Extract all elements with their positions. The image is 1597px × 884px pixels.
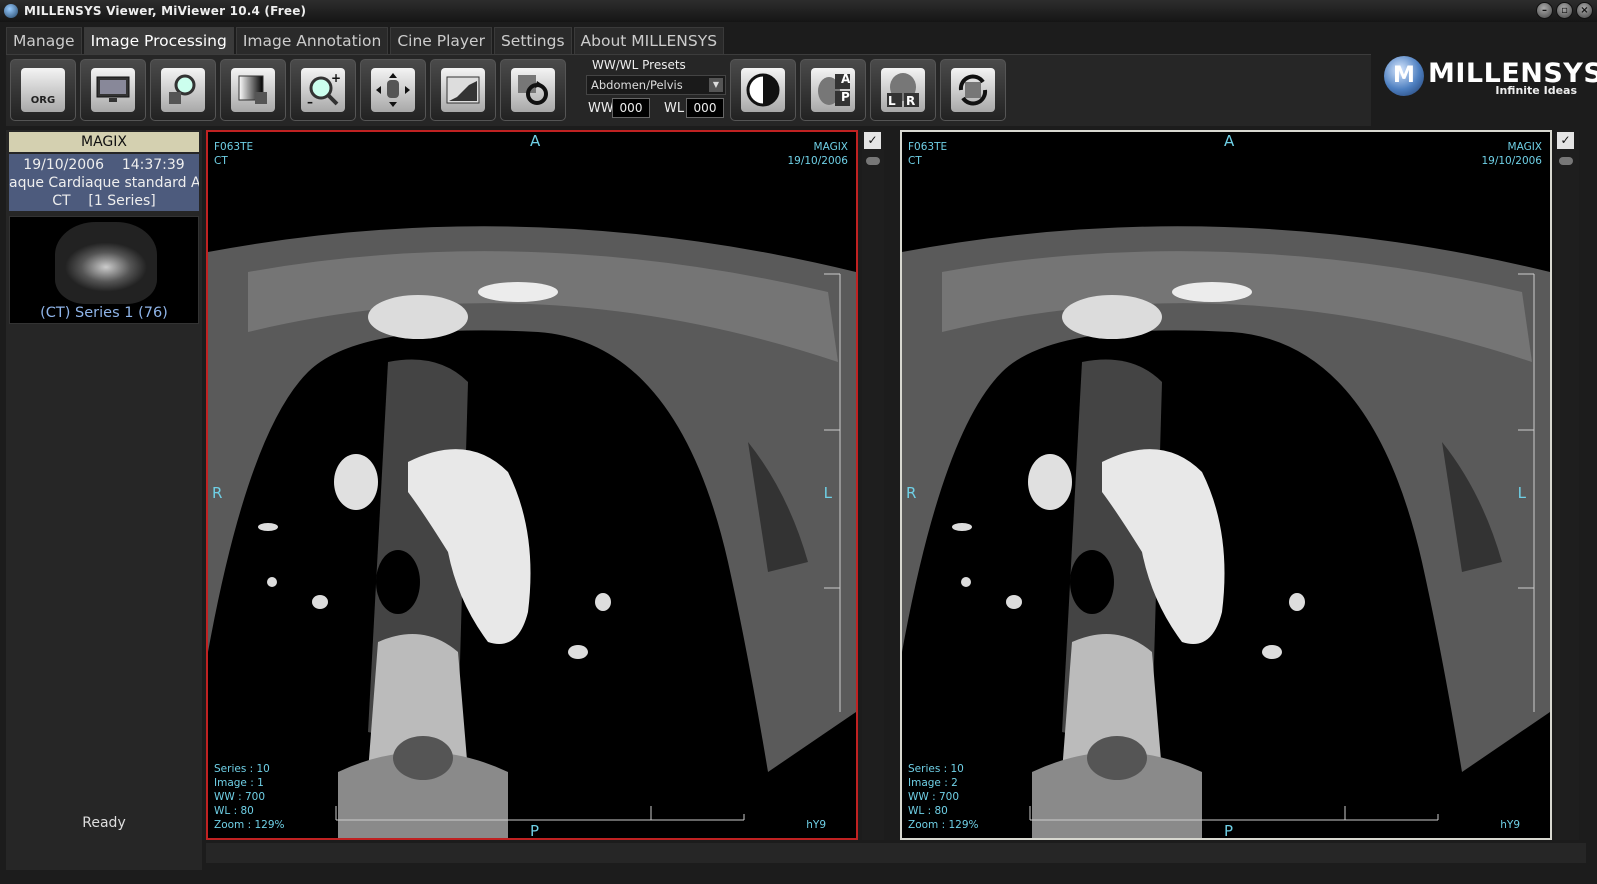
- orientation-top: A: [530, 132, 541, 150]
- curve-button[interactable]: [430, 59, 496, 121]
- overlay-top-right: MAGIX 19/10/2006: [787, 141, 848, 167]
- image-processing-toolbar: ORG + – WW/WL Presets Abdomen/Pelvis ▼ W…: [6, 54, 1371, 126]
- window-title: MILLENSYS Viewer, MiViewer 10.4 (Free): [24, 4, 307, 18]
- ww-wl-presets-panel: WW/WL Presets Abdomen/Pelvis ▼ WW 000 WL…: [578, 55, 728, 123]
- fit-to-screen-button[interactable]: [80, 59, 146, 121]
- horizontal-ruler: [1029, 806, 1439, 821]
- ct-thumbnail-image: [55, 222, 157, 304]
- wl-label: WL: [664, 101, 685, 116]
- horizontal-ruler: [335, 806, 745, 821]
- app-icon: [4, 4, 18, 18]
- head-lr-icon: L R: [881, 68, 925, 112]
- overlay-bottom-left: Series : 10 Image : 1 WW : 700 WL : 80 Z…: [214, 763, 285, 831]
- millensys-logo: M MILLENSYS Infinite Ideas: [1384, 54, 1597, 102]
- magnifier-lock-button[interactable]: [150, 59, 216, 121]
- viewport-2-controls: ✓: [1555, 130, 1579, 840]
- monitor-icon: [91, 68, 135, 112]
- sync-checkbox-1[interactable]: ✓: [864, 132, 881, 149]
- orientation-top: A: [1224, 132, 1235, 150]
- status-text: Ready: [82, 815, 126, 831]
- bottom-bar: [206, 843, 1586, 863]
- presets-label: WW/WL Presets: [592, 58, 686, 72]
- original-image-button[interactable]: ORG: [10, 59, 76, 121]
- overlay-bottom-right: hY9: [806, 819, 826, 831]
- curve-icon: [441, 68, 485, 112]
- viewport-2[interactable]: F063TE CT MAGIX 19/10/2006 A P R L Serie…: [900, 130, 1552, 840]
- vertical-ruler: [1518, 273, 1535, 712]
- maximize-icon[interactable]: ▫: [1556, 2, 1573, 19]
- rotate-icon: [951, 68, 995, 112]
- zoom-in-out-icon: + –: [301, 68, 345, 112]
- head-ap-icon: A P: [811, 68, 855, 112]
- overlay-bottom-right: hY9: [1500, 819, 1520, 831]
- invert-button[interactable]: [730, 59, 796, 121]
- title-bar: MILLENSYS Viewer, MiViewer 10.4 (Free) –…: [0, 0, 1597, 22]
- series-thumbnail[interactable]: (CT) Series 1 (76): [9, 216, 199, 324]
- chevron-down-icon[interactable]: ▼: [709, 78, 723, 92]
- svg-text:+: +: [331, 72, 341, 85]
- flip-ap-button[interactable]: A P: [800, 59, 866, 121]
- sync-checkbox-2[interactable]: ✓: [1557, 132, 1574, 149]
- overlay-top-left: F063TE CT: [214, 141, 254, 167]
- slice-scrollbar-2[interactable]: [1559, 157, 1573, 165]
- tab-cine-player[interactable]: Cine Player: [390, 27, 492, 54]
- overlay-top-right: MAGIX 19/10/2006: [1481, 141, 1542, 167]
- viewport-1-controls: ✓: [862, 130, 884, 840]
- tab-manage[interactable]: Manage: [6, 27, 82, 54]
- minimize-icon[interactable]: –: [1536, 2, 1553, 19]
- original-icon: ORG: [21, 68, 65, 112]
- reset-icon: [511, 68, 555, 112]
- zoom-button[interactable]: + –: [290, 59, 356, 121]
- invert-icon: [741, 68, 785, 112]
- orientation-bottom: P: [530, 822, 540, 840]
- svg-text:–: –: [307, 95, 313, 108]
- logo-slogan: Infinite Ideas: [1495, 84, 1577, 97]
- wl-input[interactable]: 000: [686, 98, 724, 118]
- magnifier-lock-icon: [161, 68, 205, 112]
- window-controls: – ▫ ×: [1536, 2, 1593, 19]
- orientation-left: R: [212, 484, 223, 502]
- pan-button[interactable]: [360, 59, 426, 121]
- overlay-bottom-left: Series : 10 Image : 2 WW : 700 WL : 80 Z…: [908, 763, 979, 831]
- overlay-top-left: F063TE CT: [908, 141, 948, 167]
- study-info[interactable]: 19/10/2006 14:37:39 aque Cardiaque stand…: [9, 154, 199, 211]
- flip-lr-button[interactable]: L R: [870, 59, 936, 121]
- close-icon[interactable]: ×: [1576, 2, 1593, 19]
- ct-image: [208, 132, 856, 838]
- ww-label: WW: [588, 101, 614, 116]
- vertical-ruler: [824, 273, 841, 712]
- main-tabs: Manage Image Processing Image Annotation…: [6, 27, 725, 54]
- orientation-bottom: P: [1224, 822, 1234, 840]
- tab-image-annotation[interactable]: Image Annotation: [235, 27, 389, 54]
- ww-input[interactable]: 000: [612, 98, 650, 118]
- tab-about[interactable]: About MILLENSYS: [573, 27, 725, 54]
- viewport-1[interactable]: F063TE CT MAGIX 19/10/2006 A P R L Serie…: [206, 130, 858, 840]
- orientation-left: R: [906, 484, 917, 502]
- study-sidebar: MAGIX 19/10/2006 14:37:39 aque Cardiaque…: [6, 130, 202, 870]
- tab-settings[interactable]: Settings: [493, 27, 572, 54]
- logo-globe-icon: M: [1384, 56, 1424, 96]
- ct-image: [902, 132, 1550, 838]
- reset-button[interactable]: [500, 59, 566, 121]
- rotate-button[interactable]: [940, 59, 1006, 121]
- hand-pan-icon: [371, 68, 415, 112]
- contrast-lock-icon: [231, 68, 275, 112]
- patient-name[interactable]: MAGIX: [9, 132, 199, 152]
- series-caption: (CT) Series 1 (76): [40, 305, 168, 321]
- tab-image-processing[interactable]: Image Processing: [83, 27, 234, 54]
- presets-select[interactable]: Abdomen/Pelvis ▼: [586, 75, 726, 95]
- window-level-lock-button[interactable]: [220, 59, 286, 121]
- slice-scrollbar-1[interactable]: [866, 157, 880, 165]
